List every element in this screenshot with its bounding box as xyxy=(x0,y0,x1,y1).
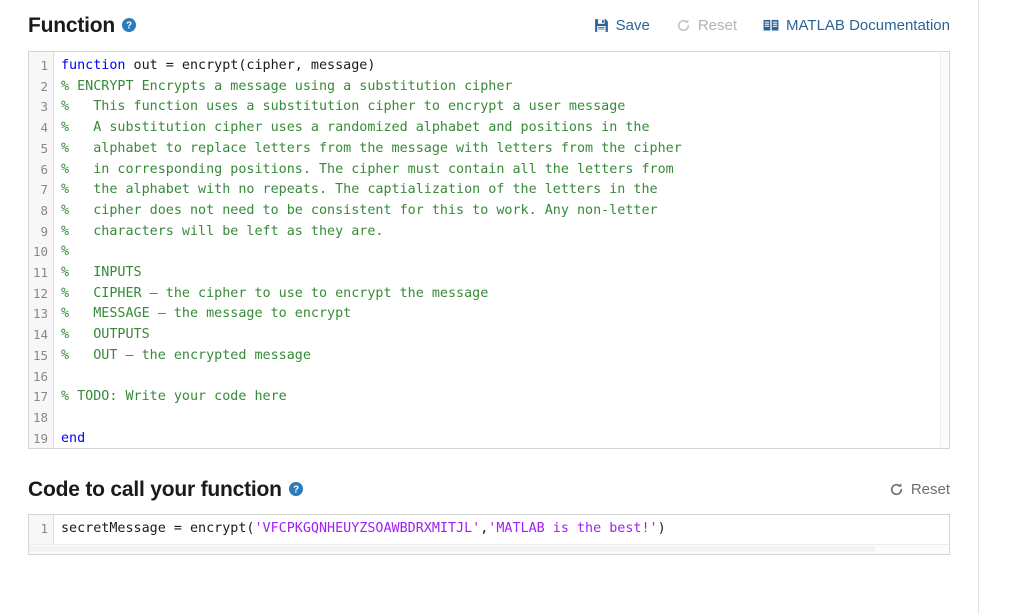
line-number: 17 xyxy=(29,387,53,408)
reset-circular-arrow-icon xyxy=(889,482,904,497)
code-line[interactable] xyxy=(61,408,949,429)
code-line[interactable]: % This function uses a substitution ciph… xyxy=(61,97,949,118)
call-section-header: Code to call your function ? xyxy=(28,465,950,513)
page-root: Function ? xyxy=(0,0,1024,614)
code-line[interactable]: % cipher does not need to be consistent … xyxy=(61,201,949,222)
string-token: 'VFCPKGQNHEUYZSOAWBDRXMITJL' xyxy=(254,521,480,536)
code-token: ) xyxy=(658,521,666,536)
matlab-documentation-label: MATLAB Documentation xyxy=(786,17,950,34)
call-toolbar: Reset xyxy=(889,481,950,498)
comment-token: % cipher does not need to be consistent … xyxy=(61,203,658,218)
comment-token: % OUTPUTS xyxy=(61,327,150,342)
code-line[interactable] xyxy=(61,367,949,388)
comment-token: % INPUTS xyxy=(61,265,142,280)
svg-text:?: ? xyxy=(293,485,299,496)
code-token: out = encrypt(cipher, message) xyxy=(126,58,376,73)
comment-token: % xyxy=(61,244,69,259)
comment-token: % TODO: Write your code here xyxy=(61,389,287,404)
line-number: 8 xyxy=(29,201,53,222)
comment-token: % characters will be left as they are. xyxy=(61,224,383,239)
comment-token: % alphabet to replace letters from the m… xyxy=(61,141,682,156)
function-code-editor[interactable]: 12345678910111213141516171819 function o… xyxy=(28,51,950,449)
function-title-group: Function ? xyxy=(28,15,136,36)
function-editor-gutter: 12345678910111213141516171819 xyxy=(29,52,54,449)
code-line[interactable]: % MESSAGE – the message to encrypt xyxy=(61,304,949,325)
keyword-token: function xyxy=(61,58,126,73)
comment-token: % CIPHER – the cipher to use to encrypt … xyxy=(61,286,488,301)
call-title-group: Code to call your function ? xyxy=(28,479,303,500)
scrollbar-thumb[interactable] xyxy=(29,546,875,552)
call-code-editor[interactable]: 1 secretMessage = encrypt('VFCPKGQNHEUYZ… xyxy=(28,514,950,555)
code-line[interactable]: % the alphabet with no repeats. The capt… xyxy=(61,180,949,201)
code-line[interactable]: % TODO: Write your code here xyxy=(61,387,949,408)
code-line[interactable]: end xyxy=(61,429,949,449)
code-line[interactable]: % OUT – the encrypted message xyxy=(61,346,949,367)
function-editor-vertical-scrollbar[interactable] xyxy=(940,53,948,447)
matlab-documentation-button[interactable]: MATLAB Documentation xyxy=(763,17,950,34)
call-editor-code[interactable]: secretMessage = encrypt('VFCPKGQNHEUYZSO… xyxy=(54,515,949,544)
book-icon xyxy=(763,18,779,33)
call-section-title: Code to call your function xyxy=(28,479,282,500)
call-editor-gutter: 1 xyxy=(29,515,54,544)
code-line[interactable]: % alphabet to replace letters from the m… xyxy=(61,139,949,160)
code-line[interactable]: % ENCRYPT Encrypts a message using a sub… xyxy=(61,77,949,98)
code-line[interactable]: % OUTPUTS xyxy=(61,325,949,346)
line-number: 14 xyxy=(29,325,53,346)
code-line[interactable]: % characters will be left as they are. xyxy=(61,222,949,243)
comment-token: % This function uses a substitution ciph… xyxy=(61,99,625,114)
line-number: 15 xyxy=(29,346,53,367)
save-button[interactable]: Save xyxy=(594,17,650,34)
comment-token: % OUT – the encrypted message xyxy=(61,348,311,363)
line-number: 4 xyxy=(29,118,53,139)
code-line[interactable]: % in corresponding positions. The cipher… xyxy=(61,160,949,181)
code-line[interactable]: % CIPHER – the cipher to use to encrypt … xyxy=(61,284,949,305)
line-number: 16 xyxy=(29,367,53,388)
function-section-header: Function ? xyxy=(28,0,950,50)
code-line[interactable]: secretMessage = encrypt('VFCPKGQNHEUYZSO… xyxy=(61,519,949,540)
string-token: 'MATLAB is the best!' xyxy=(488,521,657,536)
line-number: 9 xyxy=(29,222,53,243)
line-number: 2 xyxy=(29,77,53,98)
comment-token: % ENCRYPT Encrypts a message using a sub… xyxy=(61,79,512,94)
function-editor-code[interactable]: function out = encrypt(cipher, message)%… xyxy=(54,52,949,449)
reset-call-button[interactable]: Reset xyxy=(889,481,950,498)
comment-token: % the alphabet with no repeats. The capt… xyxy=(61,182,658,197)
reset-function-button[interactable]: Reset xyxy=(676,17,737,34)
line-number: 11 xyxy=(29,263,53,284)
function-toolbar: Save Reset xyxy=(594,17,950,34)
help-circle-icon[interactable]: ? xyxy=(122,18,136,32)
line-number: 10 xyxy=(29,242,53,263)
line-number: 6 xyxy=(29,160,53,181)
line-number: 7 xyxy=(29,180,53,201)
keyword-token: end xyxy=(61,431,85,446)
line-number: 13 xyxy=(29,304,53,325)
right-pane xyxy=(979,0,1024,614)
line-number: 18 xyxy=(29,408,53,429)
help-circle-icon[interactable]: ? xyxy=(289,482,303,496)
reset-circular-arrow-icon xyxy=(676,18,691,33)
reset-call-label: Reset xyxy=(911,481,950,498)
code-line[interactable]: function out = encrypt(cipher, message) xyxy=(61,56,949,77)
main-content: Function ? xyxy=(0,0,978,614)
line-number: 5 xyxy=(29,139,53,160)
reset-function-label: Reset xyxy=(698,17,737,34)
save-button-label: Save xyxy=(616,17,650,34)
line-number: 19 xyxy=(29,429,53,449)
line-number: 1 xyxy=(29,56,53,77)
line-number: 1 xyxy=(29,519,53,540)
svg-text:?: ? xyxy=(126,21,132,32)
code-line[interactable]: % INPUTS xyxy=(61,263,949,284)
page-title: Function xyxy=(28,15,115,36)
line-number: 3 xyxy=(29,97,53,118)
code-line[interactable]: % A substitution cipher uses a randomize… xyxy=(61,118,949,139)
code-token: secretMessage = encrypt( xyxy=(61,521,254,536)
call-editor-horizontal-scrollbar[interactable] xyxy=(29,544,949,554)
comment-token: % in corresponding positions. The cipher… xyxy=(61,162,674,177)
line-number: 12 xyxy=(29,284,53,305)
comment-token: % A substitution cipher uses a randomize… xyxy=(61,120,650,135)
comment-token: % MESSAGE – the message to encrypt xyxy=(61,306,351,321)
code-line[interactable]: % xyxy=(61,242,949,263)
save-floppy-icon xyxy=(594,18,609,33)
